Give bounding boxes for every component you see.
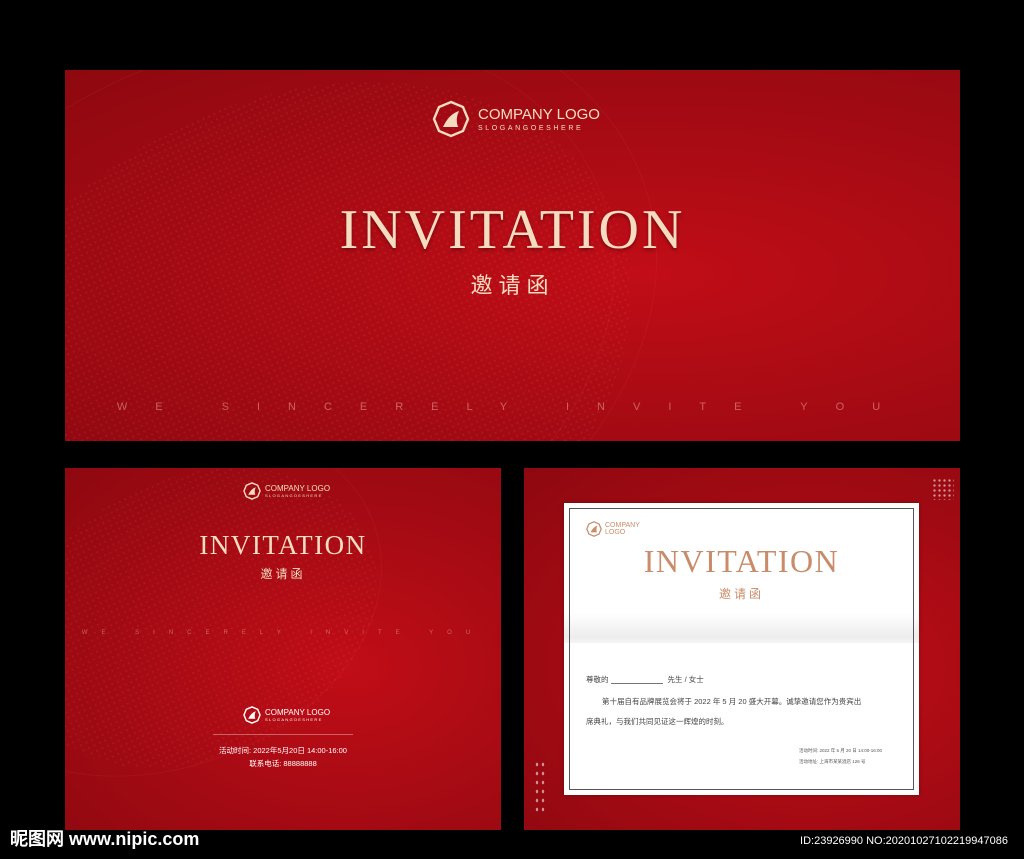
footer-address: 活动地址: 上海市某某酒店 126 号 — [799, 759, 866, 764]
company-logo: COMPANY LOGO SLOGANGOESHERE — [432, 100, 600, 138]
logo-mark-icon — [243, 482, 261, 500]
salutation-suffix: 先生 / 女士 — [667, 675, 704, 684]
body-line-1: 第十届自有品牌展览会将于 2022 年 5 月 20 盛大开幕。诚挚邀请您作为贵… — [602, 697, 862, 706]
logo-mark-icon — [432, 100, 470, 138]
invitation-title: INVITATION — [339, 199, 686, 261]
contact-phone: 联系电话: 88888888 — [249, 759, 317, 768]
logo-name-line2: LOGO — [605, 529, 626, 536]
invitation-subtitle-cn: 邀请函 — [718, 587, 764, 601]
invitation-cover-flat: COMPANY LOGO SLOGANGOESHERE INVITATION 邀… — [65, 468, 501, 830]
logo-name: COMPANY LOGO — [478, 106, 600, 123]
logo-name: COMPANY LOGO — [265, 708, 331, 717]
company-logo-back: COMPANY LOGO SLOGANGOESHERE — [243, 706, 330, 724]
site-watermark: 昵图网 www.nipic.com — [10, 829, 200, 849]
logo-mark-icon — [586, 521, 602, 537]
invitation-front-large: COMPANY LOGO SLOGANGOESHERE INVITATION 邀… — [65, 70, 960, 441]
letter-paper: COMPANY LOGO INVITATION 邀请函 尊敬的 先生 / 女士 … — [564, 503, 919, 795]
invitation-title: INVITATION — [643, 543, 840, 579]
body-line-2: 席典礼，与我们共同见证这一辉煌的时刻。 — [586, 717, 729, 726]
logo-name: COMPANY LOGO — [265, 484, 331, 493]
logo-slogan: SLOGANGOESHERE — [265, 717, 323, 722]
wave-curve — [65, 468, 429, 830]
tagline: WE SINCERELY INVITE YOU — [81, 630, 485, 636]
company-logo: COMPANY LOGO SLOGANGOESHERE — [243, 482, 330, 500]
logo-name: COMPANY — [605, 522, 640, 529]
salutation-row: 尊敬的 先生 / 女士 — [586, 674, 704, 685]
logo-mark-icon — [243, 706, 261, 724]
logo-slogan: SLOGANGOESHERE — [265, 493, 323, 498]
invitation-subtitle-cn: 邀请函 — [470, 273, 555, 298]
footer-time: 活动时间: 2022 年 5 月 20 日 14:00-16:00 — [799, 748, 883, 753]
tagline: WE SINCERELY INVITE YOU — [116, 401, 909, 413]
divider-line — [213, 734, 353, 735]
salutation: 尊敬的 — [586, 675, 609, 684]
company-logo: COMPANY LOGO — [586, 521, 640, 537]
invitation-subtitle-cn: 邀请函 — [260, 567, 306, 581]
image-id-watermark: ID:23926990 NO:20201027102219947086 — [800, 835, 1008, 847]
invitation-title: INVITATION — [199, 530, 367, 560]
dot-grid-decoration — [932, 478, 954, 500]
logo-slogan: SLOGANGOESHERE — [478, 125, 584, 132]
name-blank — [610, 683, 663, 684]
event-time: 活动时间: 2022年5月20日 14:00-16:00 — [219, 746, 347, 755]
dot-grid-decoration — [534, 760, 546, 812]
invitation-inner-card: COMPANY LOGO INVITATION 邀请函 尊敬的 先生 / 女士 … — [524, 468, 960, 830]
